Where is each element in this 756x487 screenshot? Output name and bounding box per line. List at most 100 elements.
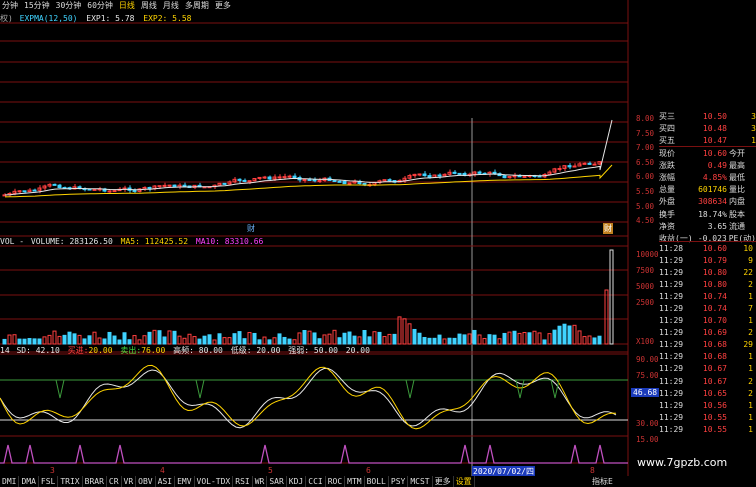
tab-6[interactable]: VR bbox=[122, 476, 137, 487]
volume-bar bbox=[342, 332, 347, 345]
candle-body bbox=[522, 175, 527, 178]
candle-body bbox=[182, 184, 187, 187]
volume-bar bbox=[609, 249, 614, 345]
tab-5[interactable]: CR bbox=[107, 476, 122, 487]
volume-bar bbox=[312, 332, 317, 345]
volume-bar bbox=[582, 336, 587, 345]
tab-8[interactable]: ASI bbox=[156, 476, 176, 487]
candle-body bbox=[587, 162, 592, 165]
stat-label: 总量 bbox=[659, 185, 675, 195]
tab-17[interactable]: MTM bbox=[345, 476, 365, 487]
candle-body bbox=[282, 176, 287, 179]
volume-bar bbox=[467, 333, 472, 345]
exp1-line bbox=[4, 119, 613, 196]
osc-f1: 高频: 80.00 bbox=[173, 346, 223, 355]
candle-body bbox=[572, 165, 577, 168]
tab-15[interactable]: CCI bbox=[306, 476, 326, 487]
trade-vol: 1 bbox=[748, 400, 753, 410]
volume-bar bbox=[292, 339, 297, 345]
quote-row: 买四 10.48 3 bbox=[659, 122, 756, 134]
volume-bar bbox=[102, 338, 107, 345]
trade-time: 11:29 bbox=[659, 352, 684, 362]
tab-11[interactable]: RSI bbox=[233, 476, 253, 487]
volume-bar bbox=[62, 334, 67, 345]
tab-18[interactable]: BOLL bbox=[365, 476, 389, 487]
volume-bar bbox=[147, 331, 152, 345]
volume-bar bbox=[122, 332, 127, 345]
trade-price: 10.80 bbox=[702, 279, 727, 289]
tab-13[interactable]: SAR bbox=[267, 476, 287, 487]
tab-7[interactable]: OBV bbox=[136, 476, 156, 487]
trade-time: 11:29 bbox=[659, 340, 684, 350]
candle-body bbox=[592, 163, 597, 166]
osc-sd: SD: 42.10 bbox=[16, 346, 60, 355]
volume-bar bbox=[432, 337, 437, 345]
volume-bar bbox=[2, 338, 7, 345]
stat-value: 10.60 bbox=[702, 148, 727, 158]
volume-bar bbox=[537, 332, 542, 345]
trade-price: 10.74 bbox=[702, 304, 727, 314]
tab-3[interactable]: TRIX bbox=[58, 476, 83, 487]
tab-16[interactable]: ROC bbox=[326, 476, 346, 487]
quote-vol: 3 bbox=[751, 111, 756, 121]
quote-vol: 3 bbox=[751, 123, 756, 133]
indicator-tab-right[interactable]: 指标E bbox=[592, 476, 613, 487]
volume-bar bbox=[137, 339, 142, 345]
trade-vol: 2 bbox=[748, 376, 753, 386]
volume-bar bbox=[552, 329, 557, 345]
indicator-tabs: DMI DMA FSL TRIX BRAR CR VR OBV ASI EMV VOL-TDX RSI… bbox=[0, 476, 756, 487]
trade-vol: 1 bbox=[748, 424, 753, 434]
volume-bar bbox=[132, 335, 137, 345]
stat-row: 涨幅 4.85% 最低 bbox=[659, 171, 756, 183]
trade-row: 11:28 10.60 10 bbox=[659, 242, 756, 254]
volume-bar bbox=[262, 336, 267, 345]
volume-bar bbox=[32, 338, 37, 345]
volume-bar bbox=[27, 338, 32, 345]
osc-prefix: 14 bbox=[0, 346, 10, 355]
tab-12[interactable]: WR bbox=[253, 476, 268, 487]
panel-divider-2 bbox=[659, 241, 756, 242]
quote-price: 10.48 bbox=[702, 123, 727, 133]
tab-1[interactable]: DMA bbox=[19, 476, 39, 487]
candle-body bbox=[457, 172, 462, 175]
trade-vol: 7 bbox=[748, 304, 753, 314]
tab-20[interactable]: MCST bbox=[408, 476, 433, 487]
tab-4[interactable]: BRAR bbox=[83, 476, 107, 487]
stat-label: 外盘 bbox=[659, 197, 675, 207]
tab-22[interactable]: 设置 bbox=[454, 476, 475, 487]
volume-bar bbox=[37, 338, 42, 345]
volume-bar bbox=[577, 330, 582, 345]
stat-label: 现价 bbox=[659, 148, 675, 158]
volume-bar bbox=[157, 330, 162, 345]
volume-bar bbox=[487, 334, 492, 345]
volume-bar bbox=[402, 318, 407, 345]
candle-body bbox=[347, 182, 352, 185]
osc-current-value: 46.68 bbox=[631, 388, 660, 397]
cai-marker-2: 财 bbox=[603, 223, 613, 234]
trade-row: 11:29 10.74 7 bbox=[659, 302, 756, 314]
candle-body bbox=[57, 184, 62, 189]
volume-bar bbox=[327, 333, 332, 345]
volume-bar bbox=[152, 329, 157, 345]
tab-14[interactable]: KDJ bbox=[287, 476, 307, 487]
volume-bar bbox=[177, 335, 182, 345]
tab-0[interactable]: DMI bbox=[0, 476, 20, 487]
trade-vol: 1 bbox=[748, 316, 753, 326]
stat-row: 换手 18.74% 股本 bbox=[659, 208, 756, 220]
candle-body bbox=[22, 190, 27, 193]
x-tick: 4 bbox=[160, 466, 165, 475]
tab-21[interactable]: 更多 bbox=[433, 476, 454, 487]
volume-bar bbox=[192, 336, 197, 345]
tab-19[interactable]: PSY bbox=[389, 476, 409, 487]
tab-2[interactable]: FSL bbox=[39, 476, 59, 487]
tab-10[interactable]: VOL-TDX bbox=[195, 476, 234, 487]
volume-bar bbox=[507, 331, 512, 345]
tab-9[interactable]: EMV bbox=[175, 476, 195, 487]
volume-bar bbox=[197, 338, 202, 345]
osc-f2: 低级: 20.00 bbox=[230, 346, 281, 355]
volume-bar bbox=[247, 332, 252, 345]
trade-row: 11:29 10.55 1 bbox=[659, 411, 756, 423]
volume-bar bbox=[562, 323, 567, 345]
candle-body bbox=[242, 179, 247, 182]
volume-bar bbox=[422, 336, 427, 345]
